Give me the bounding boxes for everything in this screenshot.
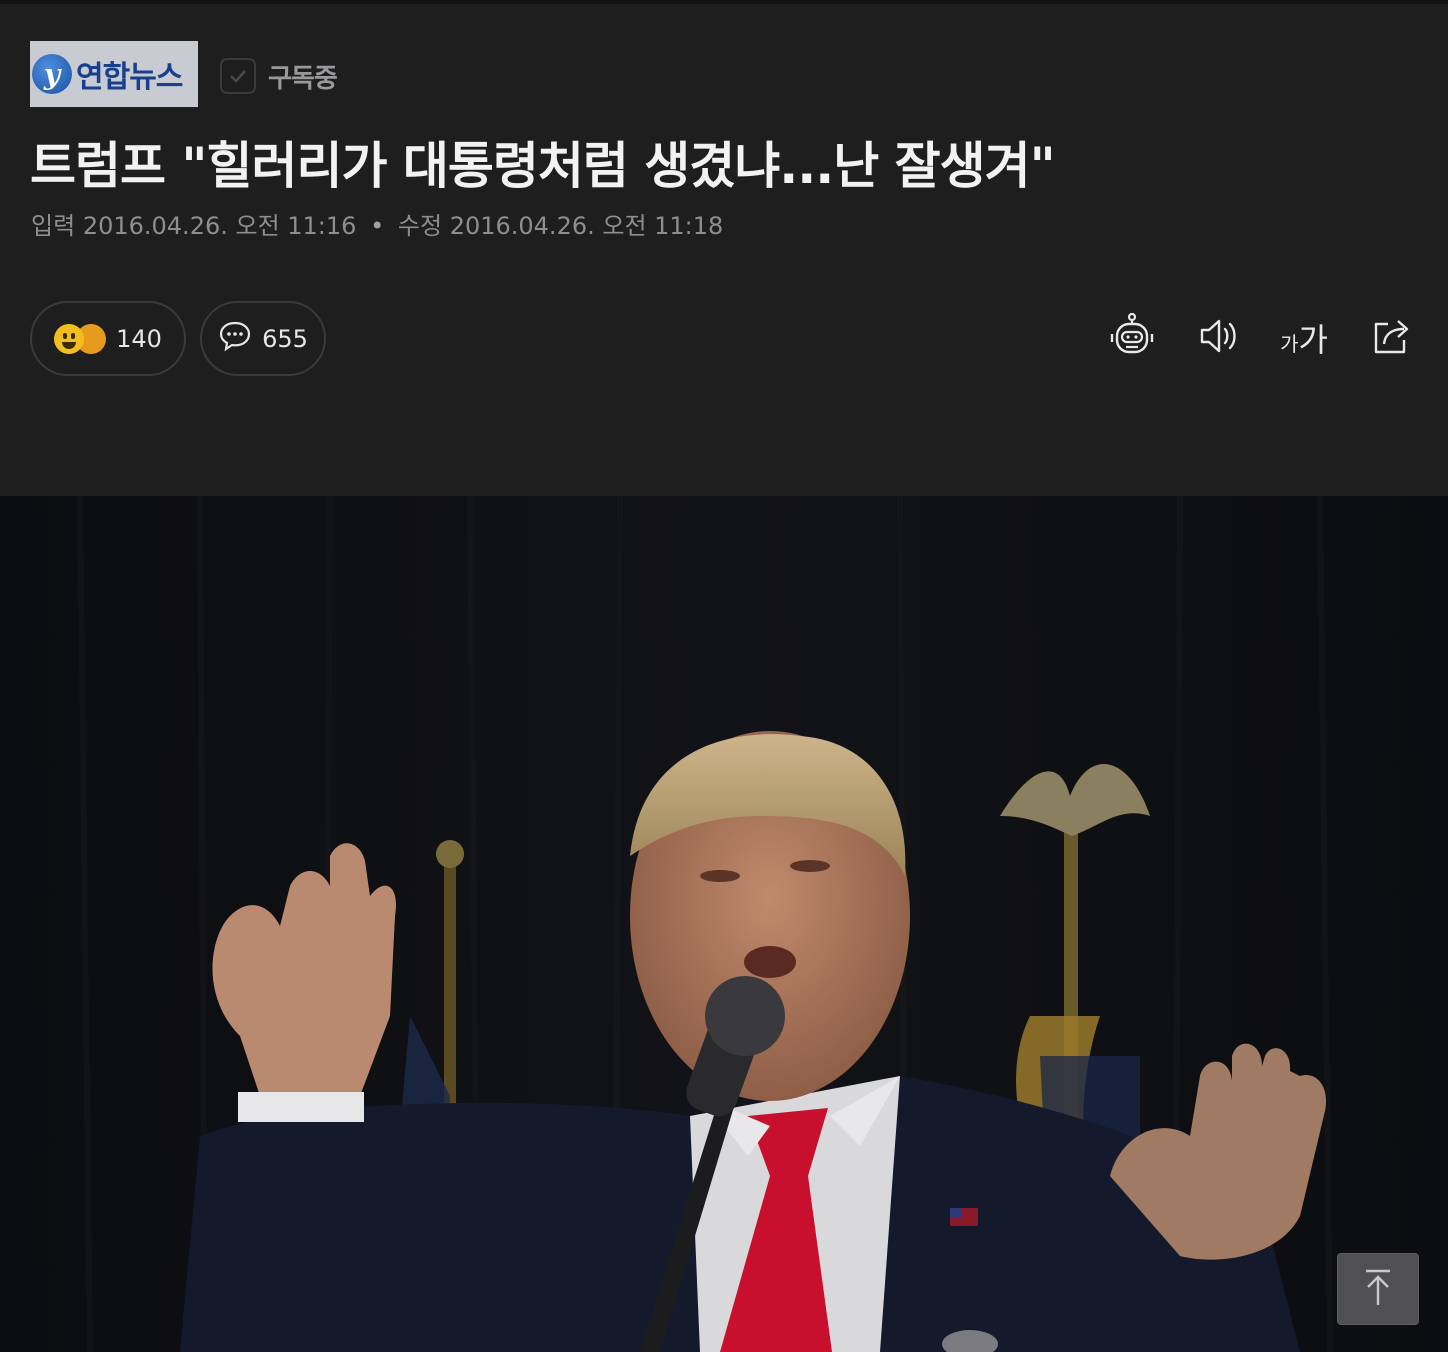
share-icon (1370, 314, 1414, 362)
font-size-button[interactable]: 가가 (1276, 310, 1332, 366)
subscribe-button[interactable]: 구독중 (220, 56, 338, 96)
article-dates: 입력 2016.04.26. 오전 11:16 • 수정 2016.04.26.… (31, 206, 723, 241)
press-logo[interactable]: y 연합뉴스 (30, 41, 198, 107)
smile-emoji-icon (54, 323, 85, 354)
speaker-icon (1196, 314, 1240, 362)
article-title: 트럼프 "힐러리가 대통령처럼 생겼냐...난 잘생겨" (30, 137, 1056, 195)
comment-button[interactable]: 655 (200, 301, 326, 376)
reaction-button[interactable]: 140 (30, 301, 186, 376)
arrow-up-icon (1360, 1267, 1396, 1311)
check-icon (220, 58, 256, 94)
comment-count: 655 (262, 324, 308, 353)
press-logo-mark: y (32, 54, 72, 94)
summary-bot-button[interactable] (1104, 310, 1160, 366)
photo-illustration (0, 496, 1448, 1352)
scroll-to-top-button[interactable] (1337, 1253, 1419, 1325)
reaction-count: 140 (116, 324, 162, 353)
share-button[interactable] (1364, 310, 1420, 366)
edit-label: 수정 (397, 212, 443, 240)
article-header: y 연합뉴스 구독중 트럼프 "힐러리가 대통령처럼 생겼냐...난 잘생겨" … (0, 4, 1448, 496)
date-separator: • (370, 212, 385, 240)
font-size-icon: 가가 (1280, 321, 1328, 359)
robot-icon (1108, 312, 1156, 364)
input-date: 2016.04.26. 오전 11:16 (82, 212, 357, 240)
subscribe-label: 구독중 (268, 63, 338, 94)
comment-bubble-icon (218, 320, 252, 358)
read-aloud-button[interactable] (1190, 310, 1246, 366)
press-name: 연합뉴스 (76, 60, 183, 95)
article-photo (0, 496, 1448, 1352)
input-label: 입력 (31, 212, 76, 240)
edit-date: 2016.04.26. 오전 11:18 (449, 212, 724, 240)
